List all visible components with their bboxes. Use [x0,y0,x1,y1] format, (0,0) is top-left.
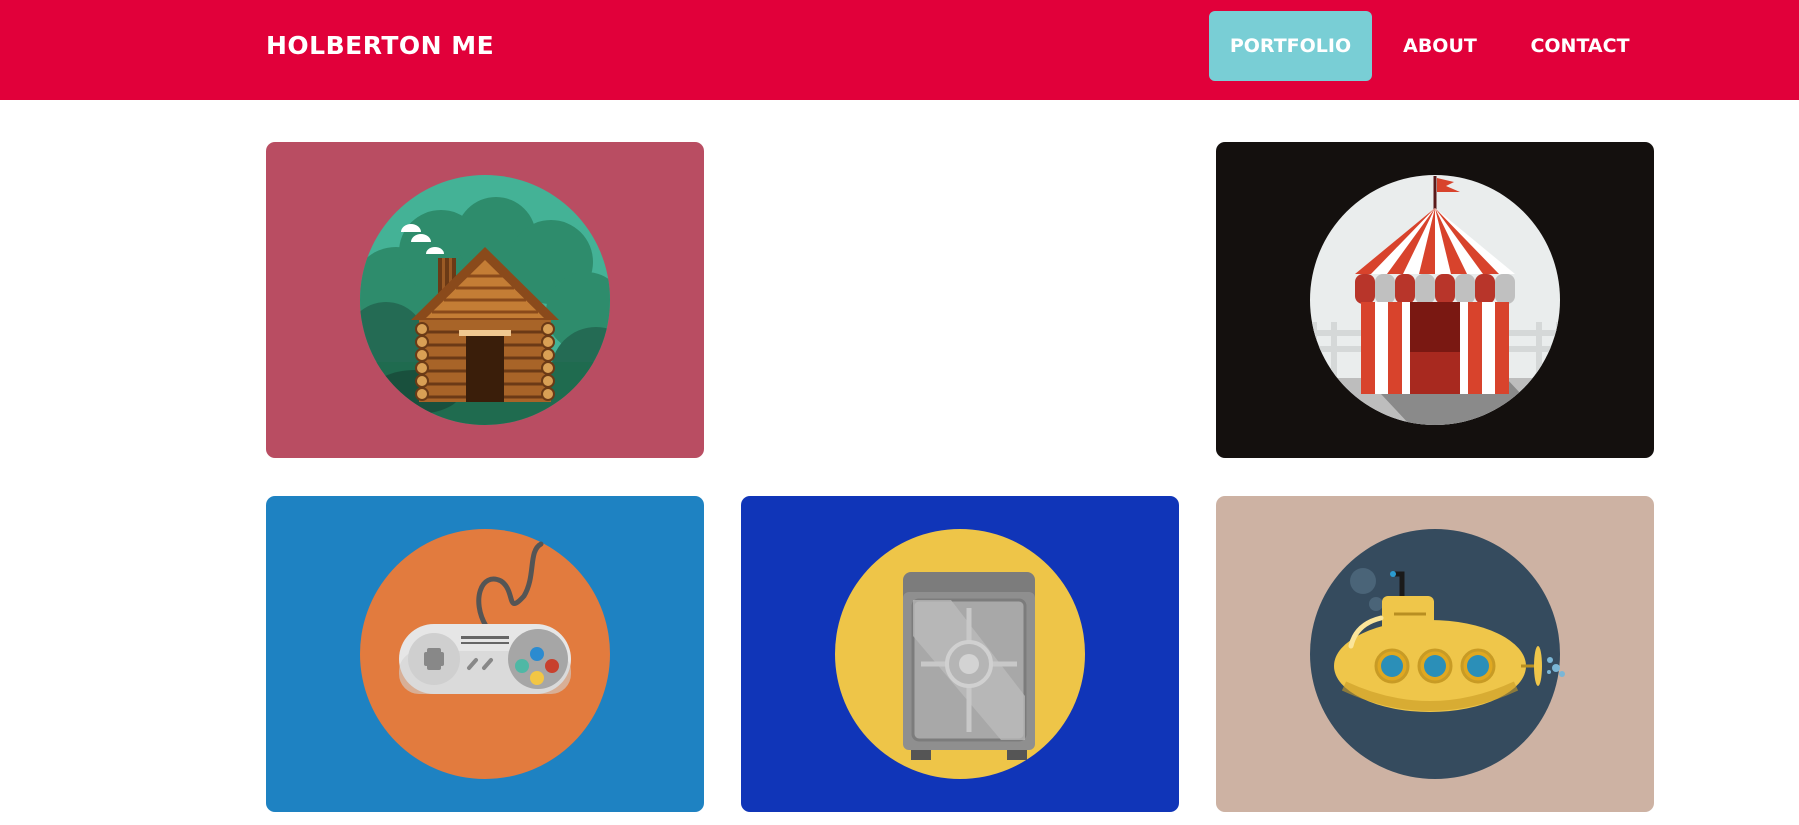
nav-contact-link[interactable]: CONTACT [1510,11,1650,81]
submarine-icon [1216,496,1654,812]
circus-tent-icon [1216,142,1654,458]
portfolio-card-submarine[interactable] [1216,496,1654,812]
portfolio-card-circus[interactable] [1216,142,1654,458]
log-cabin-icon [266,142,704,458]
portfolio-card-safe[interactable] [741,496,1179,812]
nav-about-link[interactable]: ABOUT [1384,11,1496,81]
game-controller-icon [266,496,704,812]
top-navbar: HOLBERTON ME PORTFOLIO ABOUT CONTACT [0,0,1799,100]
safe-icon [741,496,1179,812]
portfolio-card-controller[interactable] [266,496,704,812]
portfolio-card-cabin[interactable] [266,142,704,458]
nav-portfolio-link[interactable]: PORTFOLIO [1209,11,1372,81]
brand-logo-link[interactable]: HOLBERTON ME [266,31,494,60]
